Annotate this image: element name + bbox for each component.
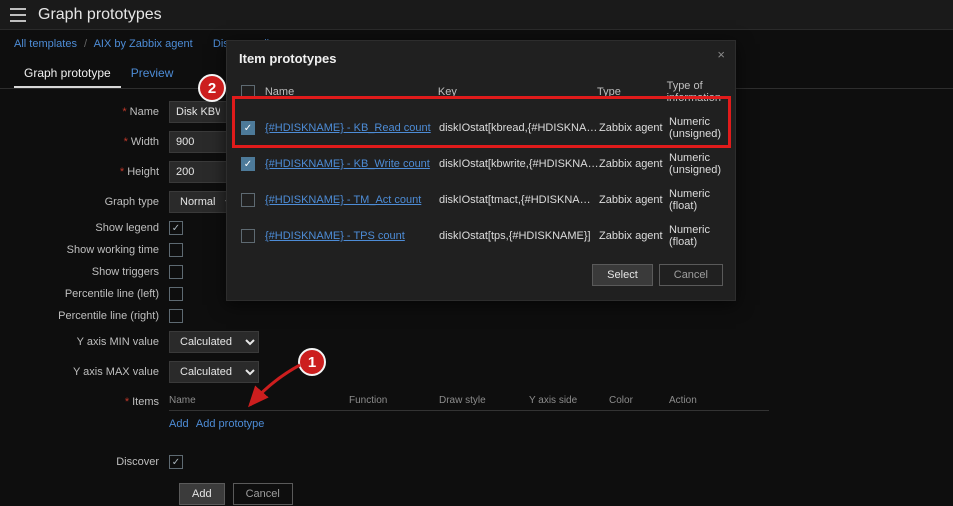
modal-row-checkbox[interactable] <box>241 121 255 135</box>
width-label: *Width <box>14 136 169 148</box>
items-label: *Items <box>14 391 169 408</box>
show-working-time-checkbox[interactable] <box>169 243 183 257</box>
modal-row-name[interactable]: {#HDISKNAME} - KB_Read count <box>265 122 439 134</box>
modal-row: {#HDISKNAME} - KB_Write countdiskIOstat[… <box>239 146 723 182</box>
items-col-color: Color <box>609 395 669 406</box>
items-add-link[interactable]: Add <box>169 418 189 430</box>
form-buttons: Add Cancel <box>179 483 953 505</box>
show-legend-checkbox[interactable] <box>169 221 183 235</box>
item-prototypes-modal: × Item prototypes Name Key Type Type of … <box>226 40 736 301</box>
breadcrumb-sep <box>196 38 210 50</box>
percentile-left-checkbox[interactable] <box>169 287 183 301</box>
modal-row-info: Numeric (unsigned) <box>669 116 721 140</box>
items-col-name: Name <box>169 395 349 406</box>
form-add-button[interactable]: Add <box>179 483 225 505</box>
modal-row-name[interactable]: {#HDISKNAME} - TM_Act count <box>265 194 439 206</box>
items-col-draw: Draw style <box>439 395 529 406</box>
form-cancel-button[interactable]: Cancel <box>233 483 293 505</box>
modal-select-button[interactable]: Select <box>592 264 653 286</box>
modal-row-checkbox[interactable] <box>241 157 255 171</box>
modal-row: {#HDISKNAME} - TPS countdiskIOstat[tps,{… <box>239 218 723 254</box>
show-legend-label: Show legend <box>14 222 169 234</box>
height-input[interactable] <box>169 161 229 183</box>
show-working-time-label: Show working time <box>14 244 169 256</box>
modal-col-type: Type <box>597 86 667 98</box>
tab-graph-prototype[interactable]: Graph prototype <box>14 58 121 88</box>
yaxis-min-label: Y axis MIN value <box>14 336 169 348</box>
menu-icon[interactable] <box>10 8 26 22</box>
modal-row-checkbox[interactable] <box>241 229 255 243</box>
percentile-right-label: Percentile line (right) <box>14 310 169 322</box>
topbar: Graph prototypes <box>0 0 953 30</box>
percentile-right-checkbox[interactable] <box>169 309 183 323</box>
modal-row-type: Zabbix agent <box>599 158 669 170</box>
modal-footer: Select Cancel <box>239 264 723 286</box>
modal-row-name[interactable]: {#HDISKNAME} - KB_Write count <box>265 158 439 170</box>
modal-select-all-checkbox[interactable] <box>241 85 255 99</box>
percentile-left-label: Percentile line (left) <box>14 288 169 300</box>
height-label: *Height <box>14 166 169 178</box>
graph-type-label: Graph type <box>14 196 169 208</box>
width-input[interactable] <box>169 131 229 153</box>
items-col-yaxis: Y axis side <box>529 395 609 406</box>
items-links: Add Add prototype <box>169 411 769 435</box>
page-title: Graph prototypes <box>38 6 162 24</box>
modal-col-info: Type of information <box>667 80 721 104</box>
items-col-action: Action <box>669 395 729 406</box>
modal-row-info: Numeric (unsigned) <box>669 152 721 176</box>
modal-title: Item prototypes <box>239 51 723 74</box>
modal-row-key: diskIOstat[tps,{#HDISKNAME}] <box>439 230 599 242</box>
discover-checkbox[interactable] <box>169 455 183 469</box>
breadcrumb-aix[interactable]: AIX by Zabbix agent <box>94 38 193 50</box>
name-label: *Name <box>14 106 169 118</box>
items-add-prototype-link[interactable]: Add prototype <box>196 418 265 430</box>
modal-row-info: Numeric (float) <box>669 224 721 248</box>
modal-row-info: Numeric (float) <box>669 188 721 212</box>
modal-row: {#HDISKNAME} - KB_Read countdiskIOstat[k… <box>239 110 723 146</box>
modal-cancel-button[interactable]: Cancel <box>659 264 723 286</box>
modal-row: {#HDISKNAME} - TM_Act countdiskIOstat[tm… <box>239 182 723 218</box>
modal-row-type: Zabbix agent <box>599 230 669 242</box>
name-input[interactable] <box>169 101 227 123</box>
discover-label: Discover <box>14 456 169 468</box>
items-table: Name Function Draw style Y axis side Col… <box>169 391 769 435</box>
modal-close-icon[interactable]: × <box>717 47 725 62</box>
modal-header-row: Name Key Type Type of information <box>239 74 723 110</box>
modal-row-key: diskIOstat[kbwrite,{#HDISKNAME}] <box>439 158 599 170</box>
tab-preview[interactable]: Preview <box>121 58 184 88</box>
modal-col-name: Name <box>265 86 438 98</box>
modal-row-name[interactable]: {#HDISKNAME} - TPS count <box>265 230 439 242</box>
yaxis-max-label: Y axis MAX value <box>14 366 169 378</box>
items-col-function: Function <box>349 395 439 406</box>
items-table-header: Name Function Draw style Y axis side Col… <box>169 391 769 411</box>
modal-row-key: diskIOstat[kbread,{#HDISKNAME}] <box>439 122 599 134</box>
breadcrumb-sep: / <box>80 38 91 50</box>
modal-row-type: Zabbix agent <box>599 194 669 206</box>
breadcrumb-all-templates[interactable]: All templates <box>14 38 77 50</box>
yaxis-min-select[interactable]: Calculated <box>169 331 259 353</box>
modal-row-checkbox[interactable] <box>241 193 255 207</box>
show-triggers-label: Show triggers <box>14 266 169 278</box>
modal-row-type: Zabbix agent <box>599 122 669 134</box>
modal-row-key: diskIOstat[tmact,{#HDISKNAME}] <box>439 194 599 206</box>
modal-col-key: Key <box>438 86 597 98</box>
yaxis-max-select[interactable]: Calculated <box>169 361 259 383</box>
show-triggers-checkbox[interactable] <box>169 265 183 279</box>
